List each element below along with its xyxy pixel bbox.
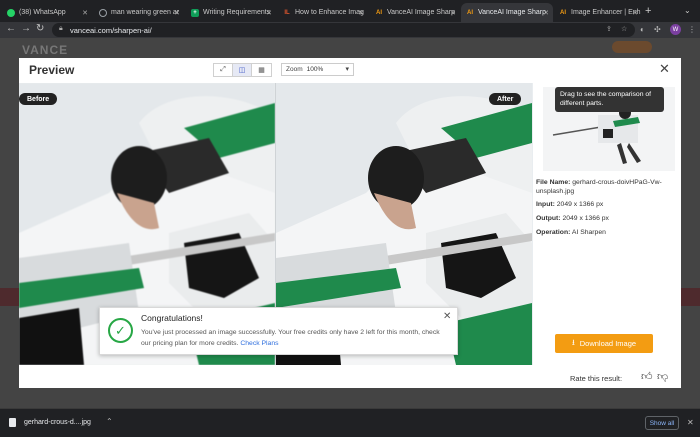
show-all-button[interactable]: Show all: [645, 416, 679, 430]
close-icon[interactable]: ✕: [174, 9, 180, 17]
file-icon: [9, 418, 16, 427]
vanceai-icon: AI: [467, 9, 473, 16]
profile-avatar[interactable]: W: [670, 24, 681, 35]
close-icon[interactable]: ✕: [358, 9, 364, 17]
operation-row: Operation: AI Sharpen: [536, 229, 606, 236]
close-icon[interactable]: ✕: [687, 418, 694, 427]
close-icon[interactable]: ✕: [450, 9, 456, 17]
before-label: Before: [19, 93, 58, 105]
toast-message: You've just processed an image successfu…: [141, 329, 440, 347]
split-view-icon[interactable]: ◫: [233, 64, 252, 76]
tab-vanceai-sharpen-active[interactable]: AI VanceAI Image Sharp ✕: [461, 3, 553, 22]
close-icon[interactable]: ✕: [443, 311, 451, 322]
input-size-row: Input: 2049 x 1366 px: [536, 201, 604, 208]
operation-value: AI Sharpen: [571, 229, 606, 236]
close-icon[interactable]: ✕: [632, 9, 638, 17]
check-plans-link[interactable]: Check Plans: [240, 340, 278, 347]
bookmark-star-icon[interactable]: ☆: [621, 25, 627, 33]
download-image-button[interactable]: ⭳ Download Image: [555, 334, 653, 353]
chevron-up-icon[interactable]: ⌃: [106, 417, 113, 426]
new-tab-icon[interactable]: +: [645, 5, 651, 17]
download-file-name[interactable]: gerhard-crous-d....jpg: [24, 419, 91, 426]
tab-man-wearing-green[interactable]: man wearing green ar ✕: [94, 3, 184, 22]
close-icon[interactable]: ✕: [82, 9, 88, 17]
thumbs-up-icon[interactable]: 👍︎: [641, 370, 653, 383]
share-icon[interactable]: ⇪: [606, 25, 612, 33]
site-logo[interactable]: VANCE: [22, 43, 68, 57]
address-bar[interactable]: 🔒︎ vanceai.com/sharpen-ai/ ⇪ ☆: [52, 23, 635, 37]
file-name-row: File Name: gerhard-crous-doivHPaG-Vw-uns…: [536, 179, 662, 195]
modal-title: Preview: [29, 63, 75, 77]
header-cta-pill[interactable]: [612, 41, 652, 53]
fullscreen-icon[interactable]: ⤢: [214, 64, 233, 76]
download-icon: ⭳: [571, 337, 575, 347]
downloads-bar: gerhard-crous-d....jpg ⌃ Show all ✕: [0, 408, 700, 437]
close-icon[interactable]: ✕: [659, 61, 670, 77]
tab-search-icon[interactable]: ⌄: [684, 6, 691, 15]
output-size-value: 2049 x 1366 px: [562, 215, 609, 222]
thumbs-down-icon[interactable]: 👎︎: [657, 370, 668, 383]
back-icon[interactable]: ←: [6, 23, 16, 34]
check-circle-icon: ✓: [108, 318, 133, 343]
vanceai-icon: AI: [560, 9, 566, 16]
close-icon[interactable]: ✕: [266, 9, 272, 17]
tab-writing-requirements[interactable]: + Writing Requirements ✕: [186, 3, 276, 22]
after-label: After: [489, 93, 522, 105]
rate-result-label: Rate this result:: [570, 374, 623, 383]
input-size-value: 2049 x 1366 px: [556, 201, 604, 208]
success-toast: ✓ Congratulations! You've just processed…: [99, 307, 458, 355]
whatsapp-icon: [7, 8, 15, 17]
side-by-side-icon[interactable]: ▦: [252, 64, 271, 76]
browser-tab-strip: (38) WhatsApp ✕ man wearing green ar ✕ +…: [0, 0, 700, 22]
tab-vanceai-sharpen-1[interactable]: AI VanceAI Image Sharp ✕: [370, 3, 460, 22]
close-icon[interactable]: ✕: [543, 9, 549, 17]
forward-icon[interactable]: →: [21, 23, 31, 34]
tab-how-to-enhance[interactable]: IL How to Enhance Imag ✕: [278, 3, 368, 22]
tab-whatsapp[interactable]: (38) WhatsApp ✕: [2, 3, 92, 22]
file-info-panel: Drag to see the comparison of different …: [533, 83, 681, 365]
sheets-plus-icon: +: [191, 8, 199, 17]
chevron-down-icon: ▾: [345, 66, 349, 73]
toast-title: Congratulations!: [141, 313, 203, 323]
kebab-menu-icon[interactable]: ⋮: [688, 25, 696, 34]
output-size-row: Output: 2049 x 1366 px: [536, 215, 609, 222]
vanceai-icon: AI: [376, 9, 382, 16]
view-mode-toggle: ⤢ ◫ ▦: [213, 63, 272, 77]
il-icon: IL: [284, 9, 290, 16]
drag-tooltip: Drag to see the comparison of different …: [555, 87, 664, 112]
browser-toolbar: ← → ↻ 🔒︎ vanceai.com/sharpen-ai/ ⇪ ☆ ◐ ✣…: [0, 22, 700, 38]
lock-icon[interactable]: 🔒︎: [59, 25, 63, 33]
url-text[interactable]: vanceai.com/sharpen-ai/: [70, 26, 152, 35]
zoom-value: 100%: [306, 66, 324, 73]
extension-icon[interactable]: ◐: [640, 25, 645, 34]
extensions-puzzle-icon[interactable]: ✣: [654, 25, 661, 34]
reload-icon[interactable]: ↻: [36, 23, 44, 34]
zoom-select[interactable]: Zoom 100% ▾: [281, 63, 354, 76]
tab-image-enhancer[interactable]: AI Image Enhancer | Enh ✕: [554, 3, 642, 22]
globe-icon: [99, 8, 107, 17]
